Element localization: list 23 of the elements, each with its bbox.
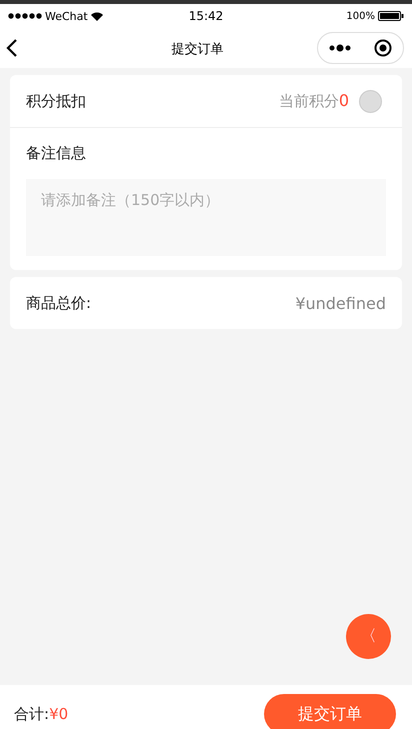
- more-icon[interactable]: [329, 44, 352, 52]
- close-target-icon[interactable]: [374, 39, 392, 57]
- remark-field[interactable]: 请添加备注（150字以内）: [26, 179, 386, 256]
- capsule-menu[interactable]: [317, 32, 404, 64]
- page-title: 提交订单: [172, 42, 224, 57]
- battery-level: 100%: [346, 10, 375, 22]
- floating-back-button[interactable]: 〈: [346, 614, 391, 659]
- back-icon[interactable]: [6, 38, 18, 58]
- signal-icon: [8, 13, 42, 19]
- total-price-label: 商品总价:: [26, 294, 92, 312]
- current-points-label: 当前积分: [278, 92, 339, 110]
- sum-label: 合计:: [14, 705, 50, 723]
- points-label: 积分抵扣: [26, 92, 86, 110]
- submit-order-button[interactable]: 提交订单: [264, 694, 396, 729]
- total-price-value: ¥undefined: [295, 294, 386, 312]
- wifi-icon: [90, 12, 103, 20]
- current-points-value: 0: [338, 91, 349, 110]
- carrier-name: WeChat: [45, 10, 88, 22]
- remark-label: 备注信息: [26, 144, 87, 163]
- battery-icon: [378, 11, 404, 21]
- status-time: 15:42: [188, 9, 224, 23]
- sum-amount: ¥0: [49, 705, 68, 723]
- points-toggle[interactable]: [359, 90, 382, 112]
